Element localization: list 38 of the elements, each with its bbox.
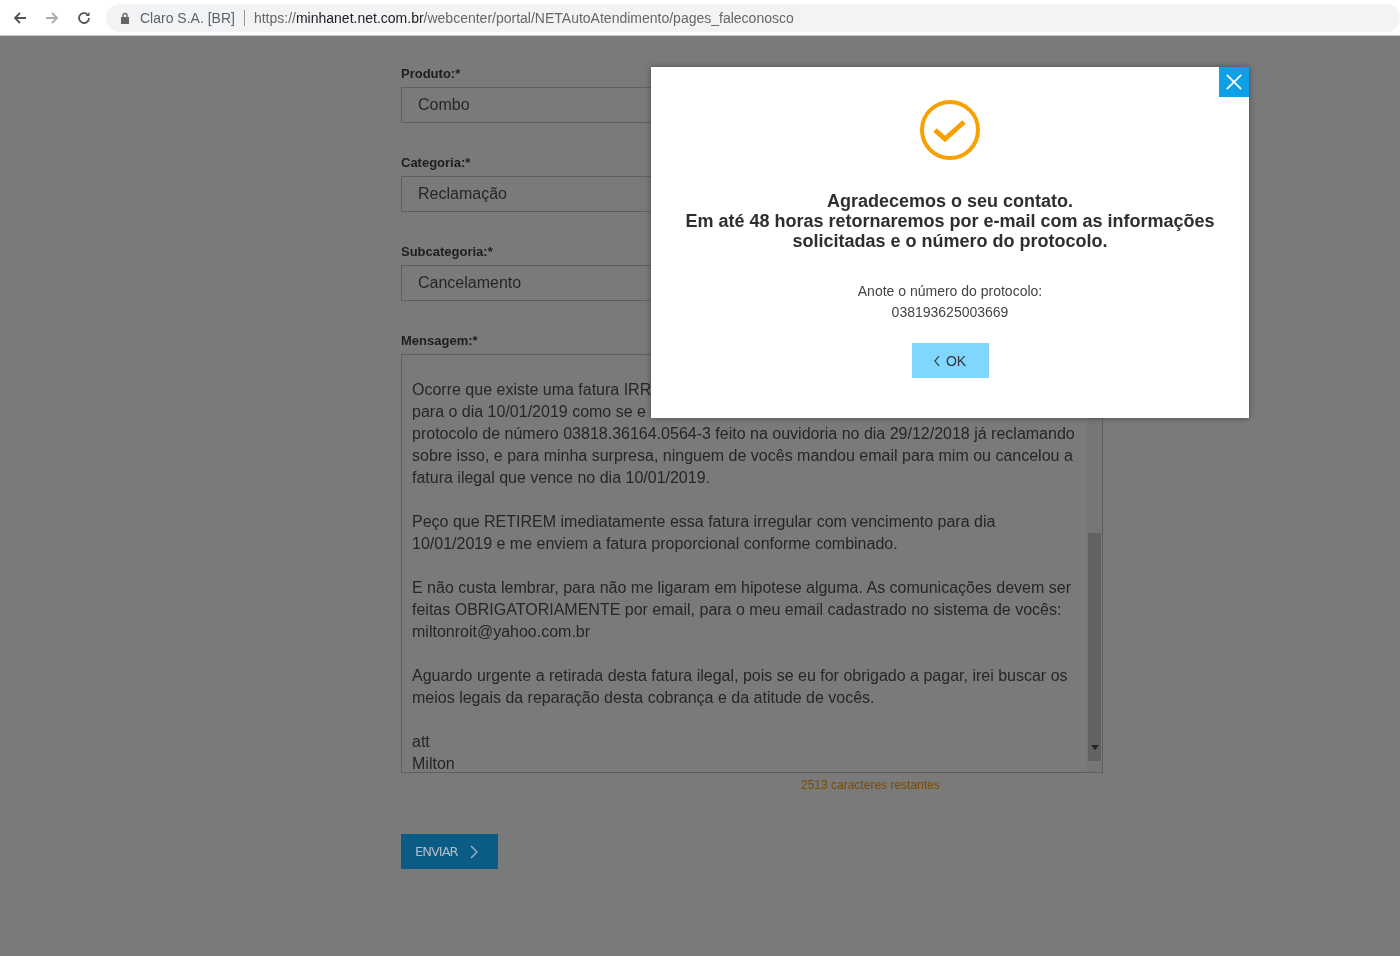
message-line: 10/01/2019 e me enviem a fatura proporcional conforme combinado. xyxy=(412,534,899,554)
back-icon[interactable] xyxy=(12,9,28,26)
reload-icon[interactable] xyxy=(76,9,92,26)
message-line: att xyxy=(412,732,431,752)
field-label: Mensagem:* xyxy=(401,333,479,350)
message-line: E não custa lembrar, para não me ligaram em hipotese alguma. As comunicações devem ser xyxy=(412,578,1072,598)
message-line: miltonroit@yahoo.com.br xyxy=(412,622,592,642)
dialog-heading: Agradecemos o seu contato. xyxy=(825,191,1075,211)
field-label: Subcategoria:* xyxy=(401,244,494,261)
message-line: meios legais da reparação desta cobrança e da atitude de vocês. xyxy=(412,688,876,708)
message-line: sobre isso, e para minha surpresa, ninguem de vocês mandou email para mim ou cancelou a xyxy=(412,446,1074,466)
message-line: feitas OBRIGATORIAMENTE por email, para o meu email cadastrado no sistema de vocês: xyxy=(412,600,1063,620)
message-line: fatura ilegal que vence no dia 10/01/2019. xyxy=(412,468,711,488)
dialog-heading: Em até 48 horas retornaremos por e-mail com as informações solicitadas e o número do protocolo. xyxy=(684,211,1216,251)
scrollbar-thumb[interactable] xyxy=(1088,533,1101,761)
ok-button[interactable]: OK xyxy=(911,343,989,378)
protocol-number: 038193625003669 xyxy=(891,303,1009,322)
url-text: https://minhanet.net.com.br/webcenter/portal/NETAutoAtendimento/pages_faleconosco xyxy=(253,9,794,26)
chevron-right-icon xyxy=(469,844,478,859)
message-line: Aguardo urgente a retirada desta fatura ilegal, pois se eu for obrigado a pagar, irei buscar os xyxy=(412,666,1069,686)
check-circle-icon xyxy=(919,99,981,161)
protocol-note: Anote o número do protocolo: xyxy=(857,282,1043,301)
close-button[interactable] xyxy=(1219,67,1249,97)
message-line: Peço que RETIREM imediatamente essa fatura irregular com vencimento para dia xyxy=(412,512,997,532)
site-name: Claro S.A. [BR] xyxy=(140,9,235,26)
scroll-down-icon[interactable] xyxy=(1091,745,1099,750)
field-label: Produto:* xyxy=(401,66,462,83)
chevron-left-icon xyxy=(933,354,940,367)
field-label: Categoria:* xyxy=(401,155,472,172)
character-counter: 2513 caracteres restantes xyxy=(801,778,941,792)
message-line: Milton xyxy=(412,754,456,772)
message-line: protocolo de número 03818.36164.0564-3 feito na ouvidoria no dia 29/12/2018 já reclamando xyxy=(412,424,1076,444)
lock-icon xyxy=(120,11,130,24)
address-bar[interactable]: Claro S.A. [BR] https://minhanet.net.com.br/webcenter/portal/NETAutoAtendimento/pages_faleconosco xyxy=(106,3,1400,32)
close-icon xyxy=(1225,73,1243,91)
submit-button[interactable]: ENVIAR xyxy=(401,834,498,869)
message-line: para o dia 10/01/2019 como se e xyxy=(412,402,647,422)
message-line: Ocorre que existe uma fatura IRR xyxy=(412,380,653,400)
